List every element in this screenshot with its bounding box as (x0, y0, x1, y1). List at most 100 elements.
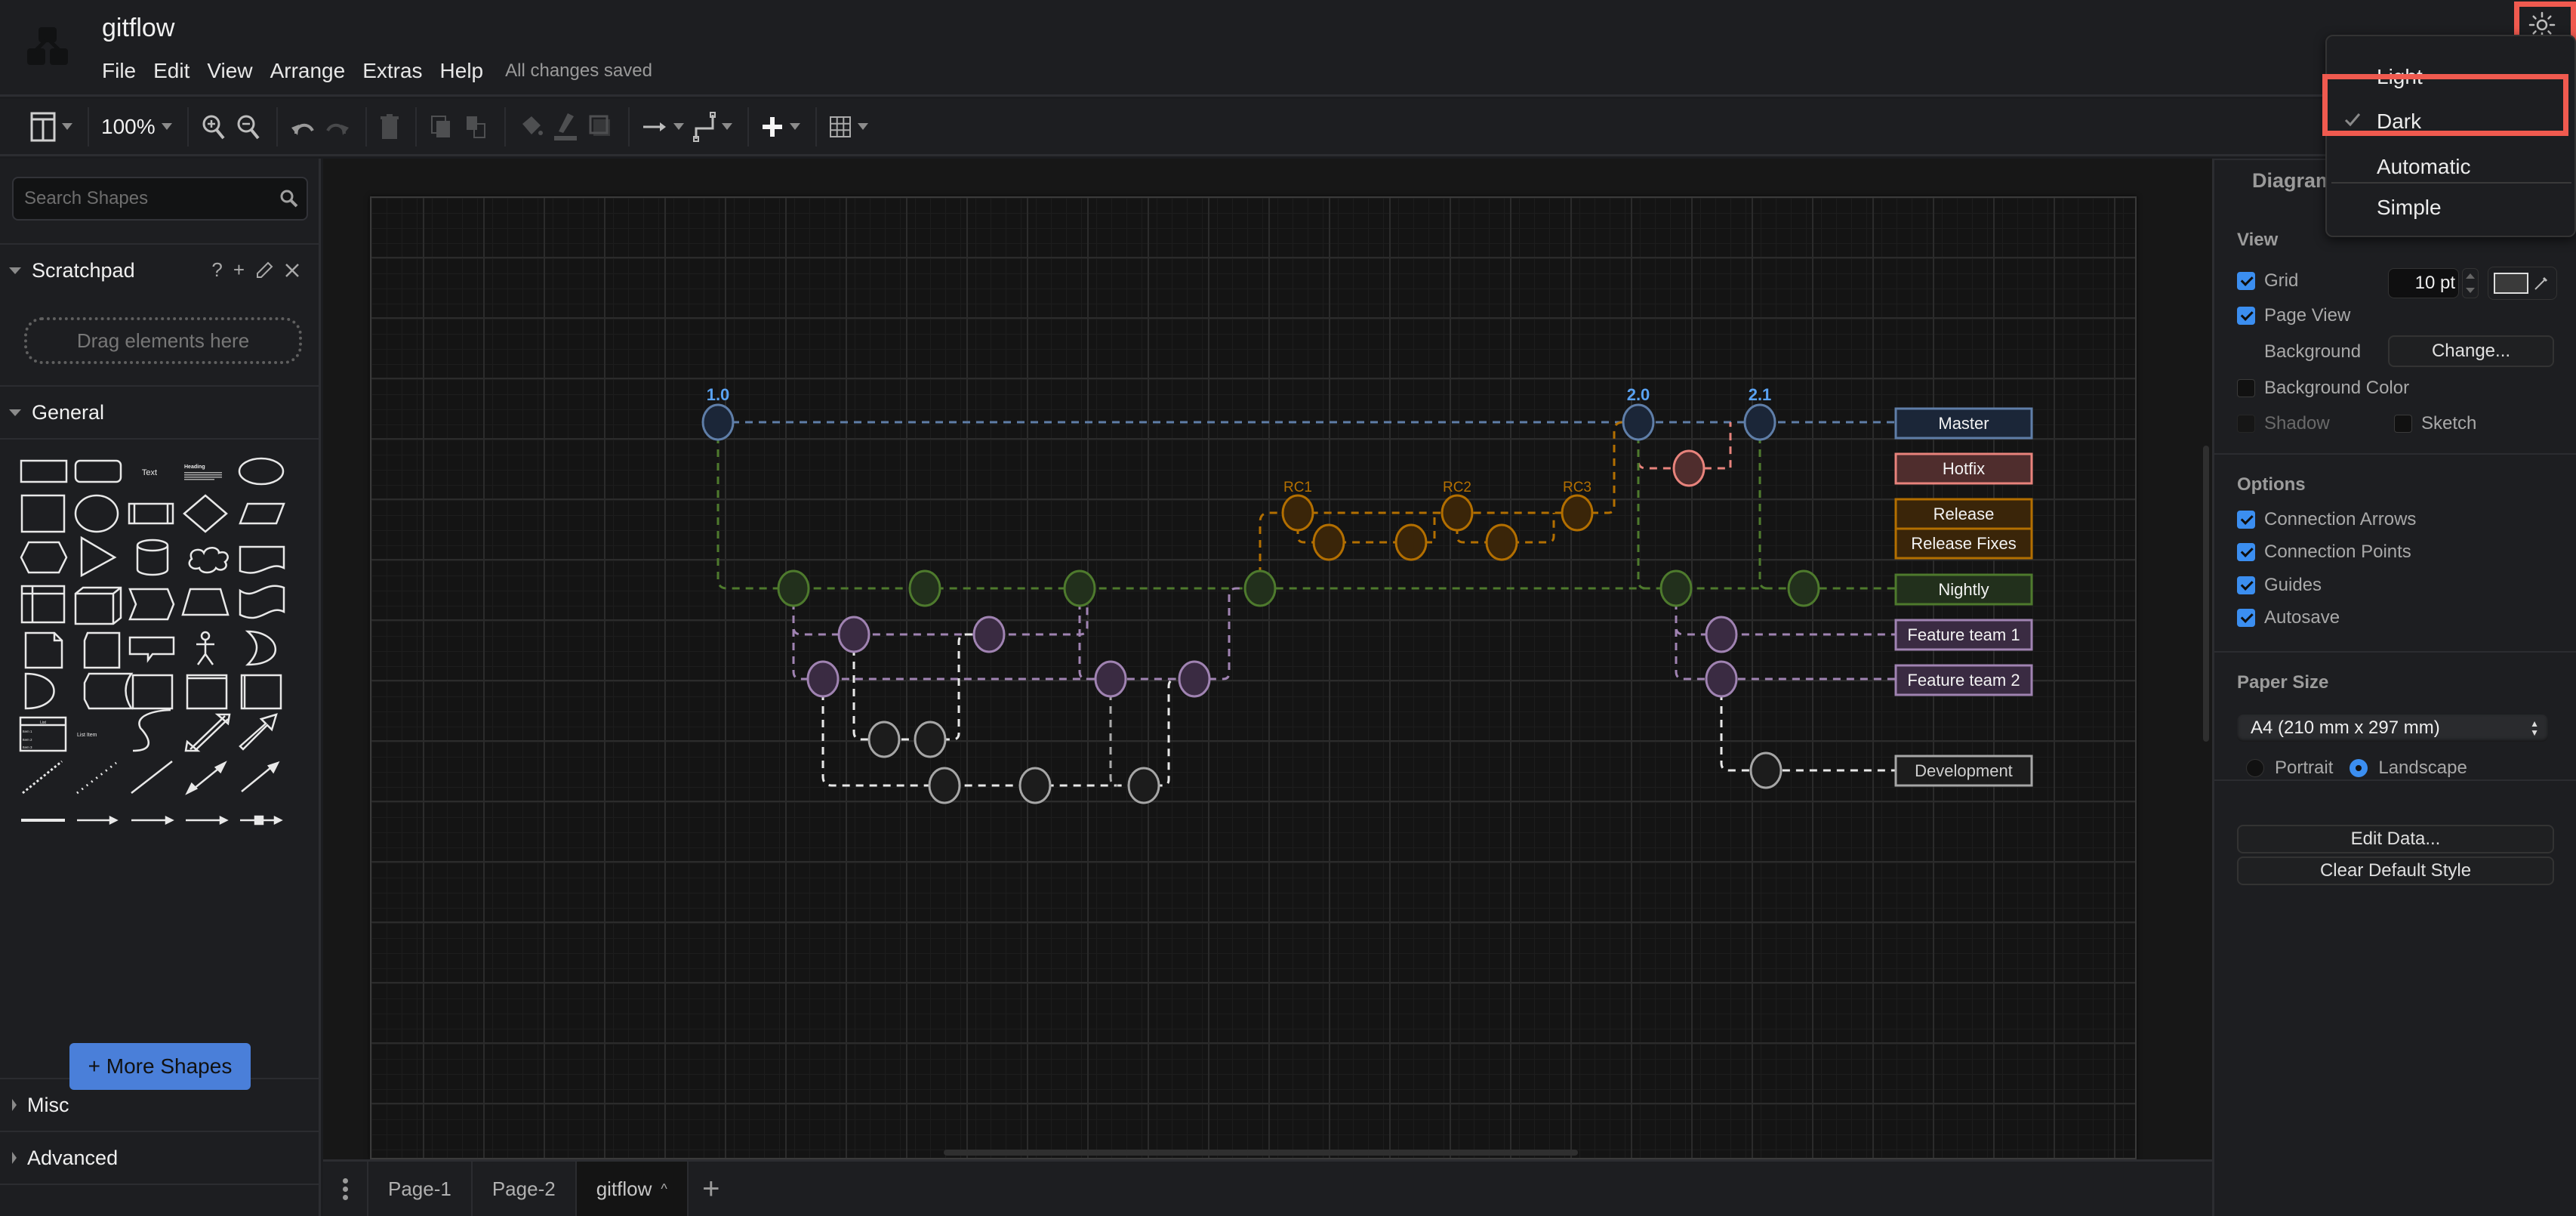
shape-rectangle[interactable] (20, 459, 68, 483)
stepper-down-icon[interactable] (2466, 288, 2475, 293)
insert-button[interactable] (761, 108, 800, 146)
menu-file[interactable]: File (102, 59, 136, 83)
feature-team-2-node[interactable] (1178, 660, 1211, 698)
hotfix-commit-node[interactable] (1672, 449, 1706, 487)
edit-pencil-icon[interactable] (255, 261, 273, 279)
nightly-commit-node[interactable] (1243, 569, 1277, 607)
page-tab-gitflow[interactable]: gitflow ^ (576, 1162, 689, 1216)
scratchpad-header[interactable]: Scratchpad ? + (0, 243, 319, 296)
close-icon[interactable] (284, 262, 300, 279)
nightly-commit-node[interactable] (908, 569, 941, 607)
feature-team-2-node[interactable] (1705, 660, 1738, 698)
shape-internal-storage[interactable] (20, 585, 66, 624)
shape-parallelogram[interactable] (239, 502, 285, 525)
shape-hexagon[interactable] (20, 541, 68, 574)
search-icon[interactable] (279, 189, 299, 208)
shape-or[interactable] (245, 630, 276, 666)
diagram-page[interactable] (370, 196, 2137, 1159)
caret-up-icon[interactable]: ^ (661, 1181, 667, 1197)
shape-diamond[interactable] (183, 494, 228, 533)
theme-option-simple[interactable]: Simple (2327, 186, 2576, 230)
vertical-scrollbar[interactable] (2203, 446, 2209, 742)
format-panel-button[interactable] (30, 108, 72, 146)
shape-curve[interactable] (132, 708, 171, 752)
table-button[interactable] (829, 108, 868, 146)
shape-labeled-connector[interactable] (77, 815, 119, 826)
redo-button[interactable] (325, 108, 350, 146)
help-icon[interactable]: ? (211, 258, 222, 282)
to-front-button[interactable] (429, 108, 454, 146)
grid-size-input[interactable]: 10 pt (2388, 268, 2459, 298)
shape-dashed-line[interactable] (22, 760, 63, 795)
development-commit-node[interactable] (914, 721, 947, 758)
shape-actor[interactable] (196, 631, 214, 665)
clear-default-style-button[interactable]: Clear Default Style (2237, 856, 2554, 885)
zoom-in-button[interactable] (201, 108, 226, 146)
shape-container[interactable] (131, 674, 174, 710)
stepper-up-icon[interactable] (2466, 273, 2475, 279)
shape-bidirectional-connector[interactable] (185, 761, 227, 795)
shape-dotted-line[interactable] (76, 761, 117, 795)
release-fix-node[interactable] (1312, 523, 1345, 561)
shape-callout[interactable] (128, 636, 175, 663)
grid-checkbox[interactable] (2237, 272, 2255, 290)
grid-color-picker[interactable] (2488, 267, 2557, 300)
menu-help[interactable]: Help (440, 59, 484, 83)
diagram-canvas[interactable] (323, 159, 2212, 1159)
more-shapes-button[interactable]: + More Shapes (69, 1043, 251, 1090)
shape-line[interactable] (131, 761, 173, 794)
shape-arrow[interactable] (239, 713, 278, 751)
shape-bidirectional-arrow[interactable] (184, 713, 231, 752)
autosave-checkbox[interactable] (2237, 609, 2255, 627)
document-title[interactable]: gitflow (102, 14, 174, 43)
shape-list-item-single[interactable]: List Item (77, 733, 97, 738)
feature-team-2-node[interactable] (1094, 660, 1127, 698)
shape-process[interactable] (128, 502, 174, 525)
nightly-commit-node[interactable] (1787, 569, 1820, 607)
edit-data-button[interactable]: Edit Data... (2237, 825, 2554, 853)
guides-checkbox[interactable] (2237, 576, 2255, 594)
shape-rounded-rectangle[interactable] (74, 459, 122, 483)
shape-tape[interactable] (239, 585, 285, 619)
zoom-dropdown[interactable]: 100% (101, 108, 172, 146)
search-shapes-field[interactable] (12, 177, 308, 221)
shape-cylinder[interactable] (136, 539, 169, 576)
page-tab-page-1[interactable]: Page-1 (368, 1162, 473, 1216)
shadow-button[interactable] (587, 108, 613, 146)
to-back-button[interactable] (464, 108, 489, 146)
zoom-out-button[interactable] (236, 108, 261, 146)
pages-menu-button[interactable] (323, 1162, 368, 1216)
development-commit-node[interactable] (1749, 752, 1783, 789)
menu-edit[interactable]: Edit (153, 59, 190, 83)
development-commit-node[interactable] (928, 767, 961, 804)
shape-trapezoid[interactable] (181, 588, 230, 616)
shape-triangle[interactable] (80, 535, 117, 578)
shape-stored-data[interactable] (83, 672, 134, 710)
development-commit-node[interactable] (1018, 767, 1052, 804)
connection-arrows-checkbox[interactable] (2237, 511, 2255, 529)
shape-note[interactable] (24, 631, 63, 669)
shape-directional-connector[interactable] (241, 761, 280, 792)
feature-team-1-node[interactable] (1705, 616, 1738, 653)
page-view-checkbox[interactable] (2237, 307, 2255, 325)
horizontal-scrollbar[interactable] (944, 1150, 1578, 1156)
paper-size-select[interactable]: A4 (210 mm x 297 mm) ▲ ▼ (2237, 714, 2548, 742)
release-fix-node[interactable] (1485, 523, 1518, 561)
add-icon[interactable]: + (233, 258, 245, 282)
undo-button[interactable] (290, 108, 316, 146)
nightly-commit-node[interactable] (1063, 569, 1096, 607)
master-commit-node[interactable] (1743, 403, 1776, 441)
fill-color-button[interactable] (518, 108, 544, 146)
waypoints-button[interactable] (692, 108, 732, 146)
feature-team-1-node[interactable] (837, 616, 870, 653)
nightly-commit-node[interactable] (777, 569, 810, 607)
nightly-commit-node[interactable] (1659, 569, 1693, 607)
shape-source-target-connector[interactable] (186, 815, 229, 826)
add-page-button[interactable]: + (689, 1162, 734, 1216)
connection-points-checkbox[interactable] (2237, 543, 2255, 561)
shape-data-storage[interactable] (24, 672, 55, 710)
scratchpad-dropzone[interactable]: Drag elements here (24, 317, 302, 364)
shape-document[interactable] (239, 545, 285, 574)
grid-size-stepper[interactable] (2462, 268, 2479, 298)
shape-square[interactable] (20, 494, 66, 533)
